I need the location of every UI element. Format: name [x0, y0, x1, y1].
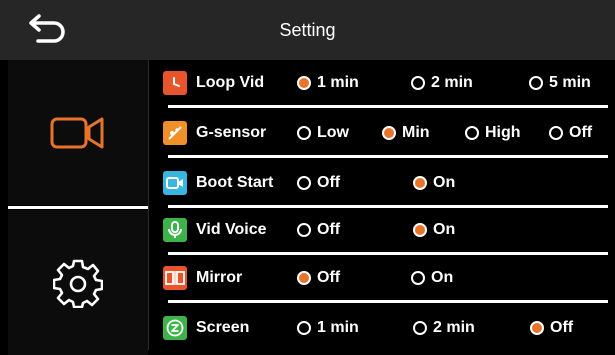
radio-selected [297, 76, 311, 90]
radio-selected [530, 321, 544, 335]
mirror-icon [163, 266, 187, 290]
page-title: Setting [279, 20, 336, 40]
option-loop-2min[interactable]: 2 min [411, 61, 473, 105]
setting-label: Loop Vid [196, 74, 265, 91]
setting-row-mirror: Mirror Off On [160, 256, 610, 303]
radio-unselected [529, 76, 543, 90]
setting-label: Screen [196, 319, 250, 336]
setting-label: Boot Start [196, 174, 274, 191]
radio-unselected [297, 126, 311, 140]
option-label: Off [569, 124, 593, 141]
option-label: High [485, 124, 521, 141]
option-voice-off[interactable]: Off [297, 208, 340, 252]
radio-selected [297, 271, 311, 285]
option-screen-1min[interactable]: 1 min [297, 306, 359, 350]
back-arrow-icon [29, 14, 65, 43]
option-label: On [433, 221, 456, 238]
g-sensor-icon [163, 121, 187, 145]
option-screen-2min[interactable]: 2 min [413, 306, 475, 350]
radio-selected [382, 126, 396, 140]
clock-icon [163, 71, 187, 95]
option-screen-off[interactable]: Off [530, 306, 573, 350]
setting-row-boot-start: Boot Start Off On [160, 161, 610, 208]
option-voice-on[interactable]: On [413, 208, 455, 252]
setting-label: Mirror [196, 269, 243, 286]
option-gsensor-min[interactable]: Min [382, 111, 430, 155]
option-label: 2 min [433, 319, 475, 336]
radio-selected [413, 223, 427, 237]
option-label: Off [317, 269, 341, 286]
option-label: Off [317, 174, 341, 191]
option-gsensor-low[interactable]: Low [297, 111, 349, 155]
sidebar-item-video[interactable] [8, 60, 148, 205]
option-mirror-off[interactable]: Off [297, 256, 340, 300]
row-divider [168, 252, 608, 255]
option-label: On [433, 174, 456, 191]
radio-unselected [297, 321, 311, 335]
radio-unselected [413, 321, 427, 335]
radio-unselected [411, 271, 425, 285]
radio-unselected [549, 126, 563, 140]
row-divider [168, 155, 608, 158]
radio-selected [413, 176, 427, 190]
option-gsensor-high[interactable]: High [465, 111, 521, 155]
row-divider [168, 300, 608, 303]
row-divider [168, 105, 608, 108]
option-boot-off[interactable]: Off [297, 161, 340, 205]
sidebar-item-settings[interactable] [8, 210, 148, 355]
setting-row-g-sensor: G-sensor Low Min High Off [160, 111, 610, 158]
option-mirror-on[interactable]: On [411, 256, 453, 300]
setting-row-vid-voice: Vid Voice Off On [160, 208, 610, 255]
option-boot-on[interactable]: On [413, 161, 455, 205]
boot-camera-icon [163, 171, 187, 195]
setting-label: G-sensor [196, 124, 267, 141]
setting-label: Vid Voice [196, 221, 267, 238]
radio-unselected [297, 176, 311, 190]
gear-icon [53, 259, 103, 308]
back-button[interactable] [22, 14, 66, 48]
radio-unselected [411, 76, 425, 90]
option-label: Low [317, 124, 349, 141]
header-bar: Setting [0, 0, 615, 60]
setting-row-loop-vid: Loop Vid 1 min 2 min 5 min [160, 61, 610, 108]
sidebar [8, 60, 149, 355]
radio-unselected [465, 126, 479, 140]
sidebar-divider [8, 206, 148, 209]
option-label: On [431, 269, 454, 286]
option-label: 1 min [317, 319, 359, 336]
option-loop-1min[interactable]: 1 min [297, 61, 359, 105]
option-label: 2 min [431, 74, 473, 91]
option-gsensor-off[interactable]: Off [549, 111, 592, 155]
option-label: Off [550, 319, 574, 336]
option-label: Min [402, 124, 430, 141]
microphone-icon [163, 218, 187, 242]
option-loop-5min[interactable]: 5 min [529, 61, 591, 105]
setting-row-screen: Screen 1 min 2 min Off [160, 306, 610, 350]
screen-timeout-icon [163, 316, 187, 340]
radio-unselected [297, 223, 311, 237]
option-label: Off [317, 221, 341, 238]
option-label: 1 min [317, 74, 359, 91]
option-label: 5 min [549, 74, 591, 91]
video-camera-icon [50, 117, 104, 148]
